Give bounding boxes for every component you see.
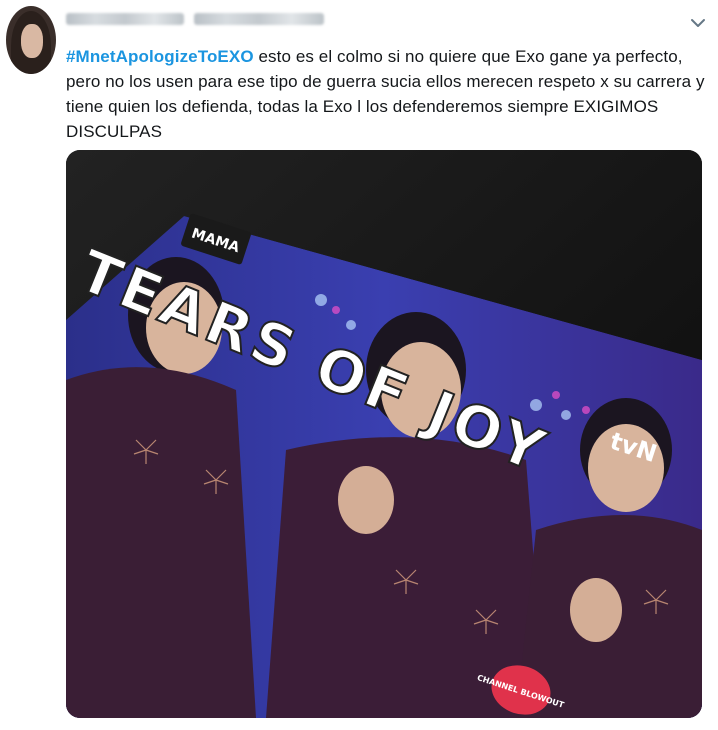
author-name-blurred[interactable] [66,13,184,25]
tweet-text: #MnetApologizeToEXO esto es el colmo si … [66,44,706,144]
avatar-face [21,24,43,58]
tweet-media-photo[interactable]: TEARS OF JOY MAMA tvN CHANNEL BLOWOUT [66,150,702,718]
chevron-down-icon[interactable] [690,16,706,28]
author-handle-blurred[interactable] [194,13,324,25]
tweet[interactable]: #MnetApologizeToEXO esto es el colmo si … [0,0,718,730]
hashtag-link[interactable]: #MnetApologizeToEXO [66,47,254,66]
avatar[interactable] [6,6,56,74]
tweet-header [66,8,324,30]
